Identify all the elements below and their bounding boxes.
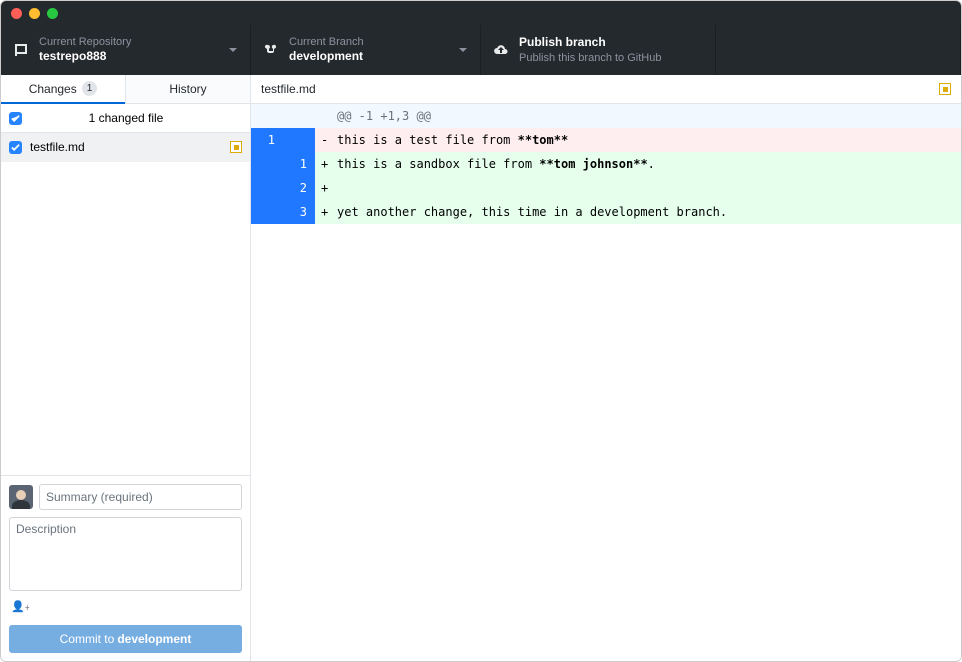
diff-table: @@ -1 +1,3 @@ 1-this is a test file from… [251, 104, 961, 224]
diff-sign: + [315, 176, 329, 200]
sidebar-tabs: Changes 1 History [1, 75, 250, 104]
diff-sign: + [315, 200, 329, 224]
diff-sign: - [315, 128, 329, 152]
titlebar [1, 1, 961, 25]
gutter-new: 2 [283, 176, 315, 200]
avatar [9, 485, 33, 509]
gutter-new: 3 [283, 200, 315, 224]
cloud-upload-icon [493, 42, 509, 58]
publish-hint: Publish this branch to GitHub [519, 51, 703, 65]
app-window: Current Repository testrepo888 Current B… [0, 0, 962, 662]
branch-label: Current Branch [289, 35, 452, 49]
chevron-down-icon [228, 45, 238, 55]
tab-changes-label: Changes [29, 82, 77, 96]
modified-indicator-icon [230, 141, 242, 153]
changes-count-badge: 1 [82, 81, 98, 96]
repo-label: Current Repository [39, 35, 222, 49]
file-header-name: testfile.md [261, 82, 939, 96]
changes-summary: 1 changed file [30, 111, 242, 125]
file-checkbox[interactable] [9, 141, 22, 154]
gutter-new: 1 [283, 152, 315, 176]
repository-selector[interactable]: Current Repository testrepo888 [1, 25, 251, 75]
toolbar: Current Repository testrepo888 Current B… [1, 25, 961, 75]
file-row[interactable]: testfile.md [1, 133, 250, 162]
main-panel: testfile.md @@ -1 +1,3 @@ 1-this is a te… [251, 75, 961, 661]
diff-line-content: yet another change, this time in a devel… [329, 200, 961, 224]
coauthor-icon: 👤﹢ [11, 601, 30, 613]
gutter-old [251, 176, 283, 200]
modified-indicator-icon [939, 83, 951, 95]
commit-summary-input[interactable] [39, 484, 242, 510]
diff-line-content [329, 176, 961, 200]
zoom-window-button[interactable] [47, 8, 58, 19]
file-list: testfile.md [1, 133, 250, 475]
publish-title: Publish branch [519, 35, 703, 51]
file-header: testfile.md [251, 75, 961, 104]
minimize-window-button[interactable] [29, 8, 40, 19]
commit-form: 👤﹢ Commit to development [1, 475, 250, 661]
diff-line-content: this is a sandbox file from **tom johnso… [329, 152, 961, 176]
add-coauthor-button[interactable]: 👤﹢ [9, 598, 242, 618]
sidebar: Changes 1 History 1 changed file [1, 75, 251, 661]
publish-button[interactable]: Publish branch Publish this branch to Gi… [481, 25, 716, 75]
gutter-old [251, 200, 283, 224]
commit-button[interactable]: Commit to development [9, 625, 242, 653]
gutter-old: 1 [251, 128, 283, 152]
diff-hunk-header: @@ -1 +1,3 @@ [251, 104, 961, 128]
changes-header: 1 changed file [1, 104, 250, 133]
repo-name: testrepo888 [39, 49, 222, 65]
diff-line[interactable]: 1 -this is a test file from **tom** [251, 128, 961, 152]
branch-selector[interactable]: Current Branch development [251, 25, 481, 75]
chevron-down-icon [458, 45, 468, 55]
diff-line[interactable]: 1+this is a sandbox file from **tom john… [251, 152, 961, 176]
gutter-old [251, 152, 283, 176]
tab-changes[interactable]: Changes 1 [1, 75, 125, 104]
file-name: testfile.md [30, 140, 222, 154]
close-window-button[interactable] [11, 8, 22, 19]
commit-button-branch: development [117, 632, 191, 646]
toolbar-spacer [716, 25, 961, 75]
repo-icon [13, 42, 29, 58]
select-all-checkbox[interactable] [9, 112, 22, 125]
branch-icon [263, 42, 279, 58]
commit-button-prefix: Commit to [60, 632, 115, 646]
diff-viewer[interactable]: @@ -1 +1,3 @@ 1-this is a test file from… [251, 104, 961, 661]
diff-line[interactable]: 2+ [251, 176, 961, 200]
tab-history[interactable]: History [125, 75, 250, 104]
diff-line[interactable]: 3+yet another change, this time in a dev… [251, 200, 961, 224]
gutter-new [283, 128, 315, 152]
tab-history-label: History [169, 82, 206, 96]
hunk-header-text: @@ -1 +1,3 @@ [329, 104, 961, 128]
commit-description-input[interactable] [9, 517, 242, 591]
branch-name: development [289, 49, 452, 65]
diff-line-content: this is a test file from **tom** [329, 128, 961, 152]
diff-sign: + [315, 152, 329, 176]
